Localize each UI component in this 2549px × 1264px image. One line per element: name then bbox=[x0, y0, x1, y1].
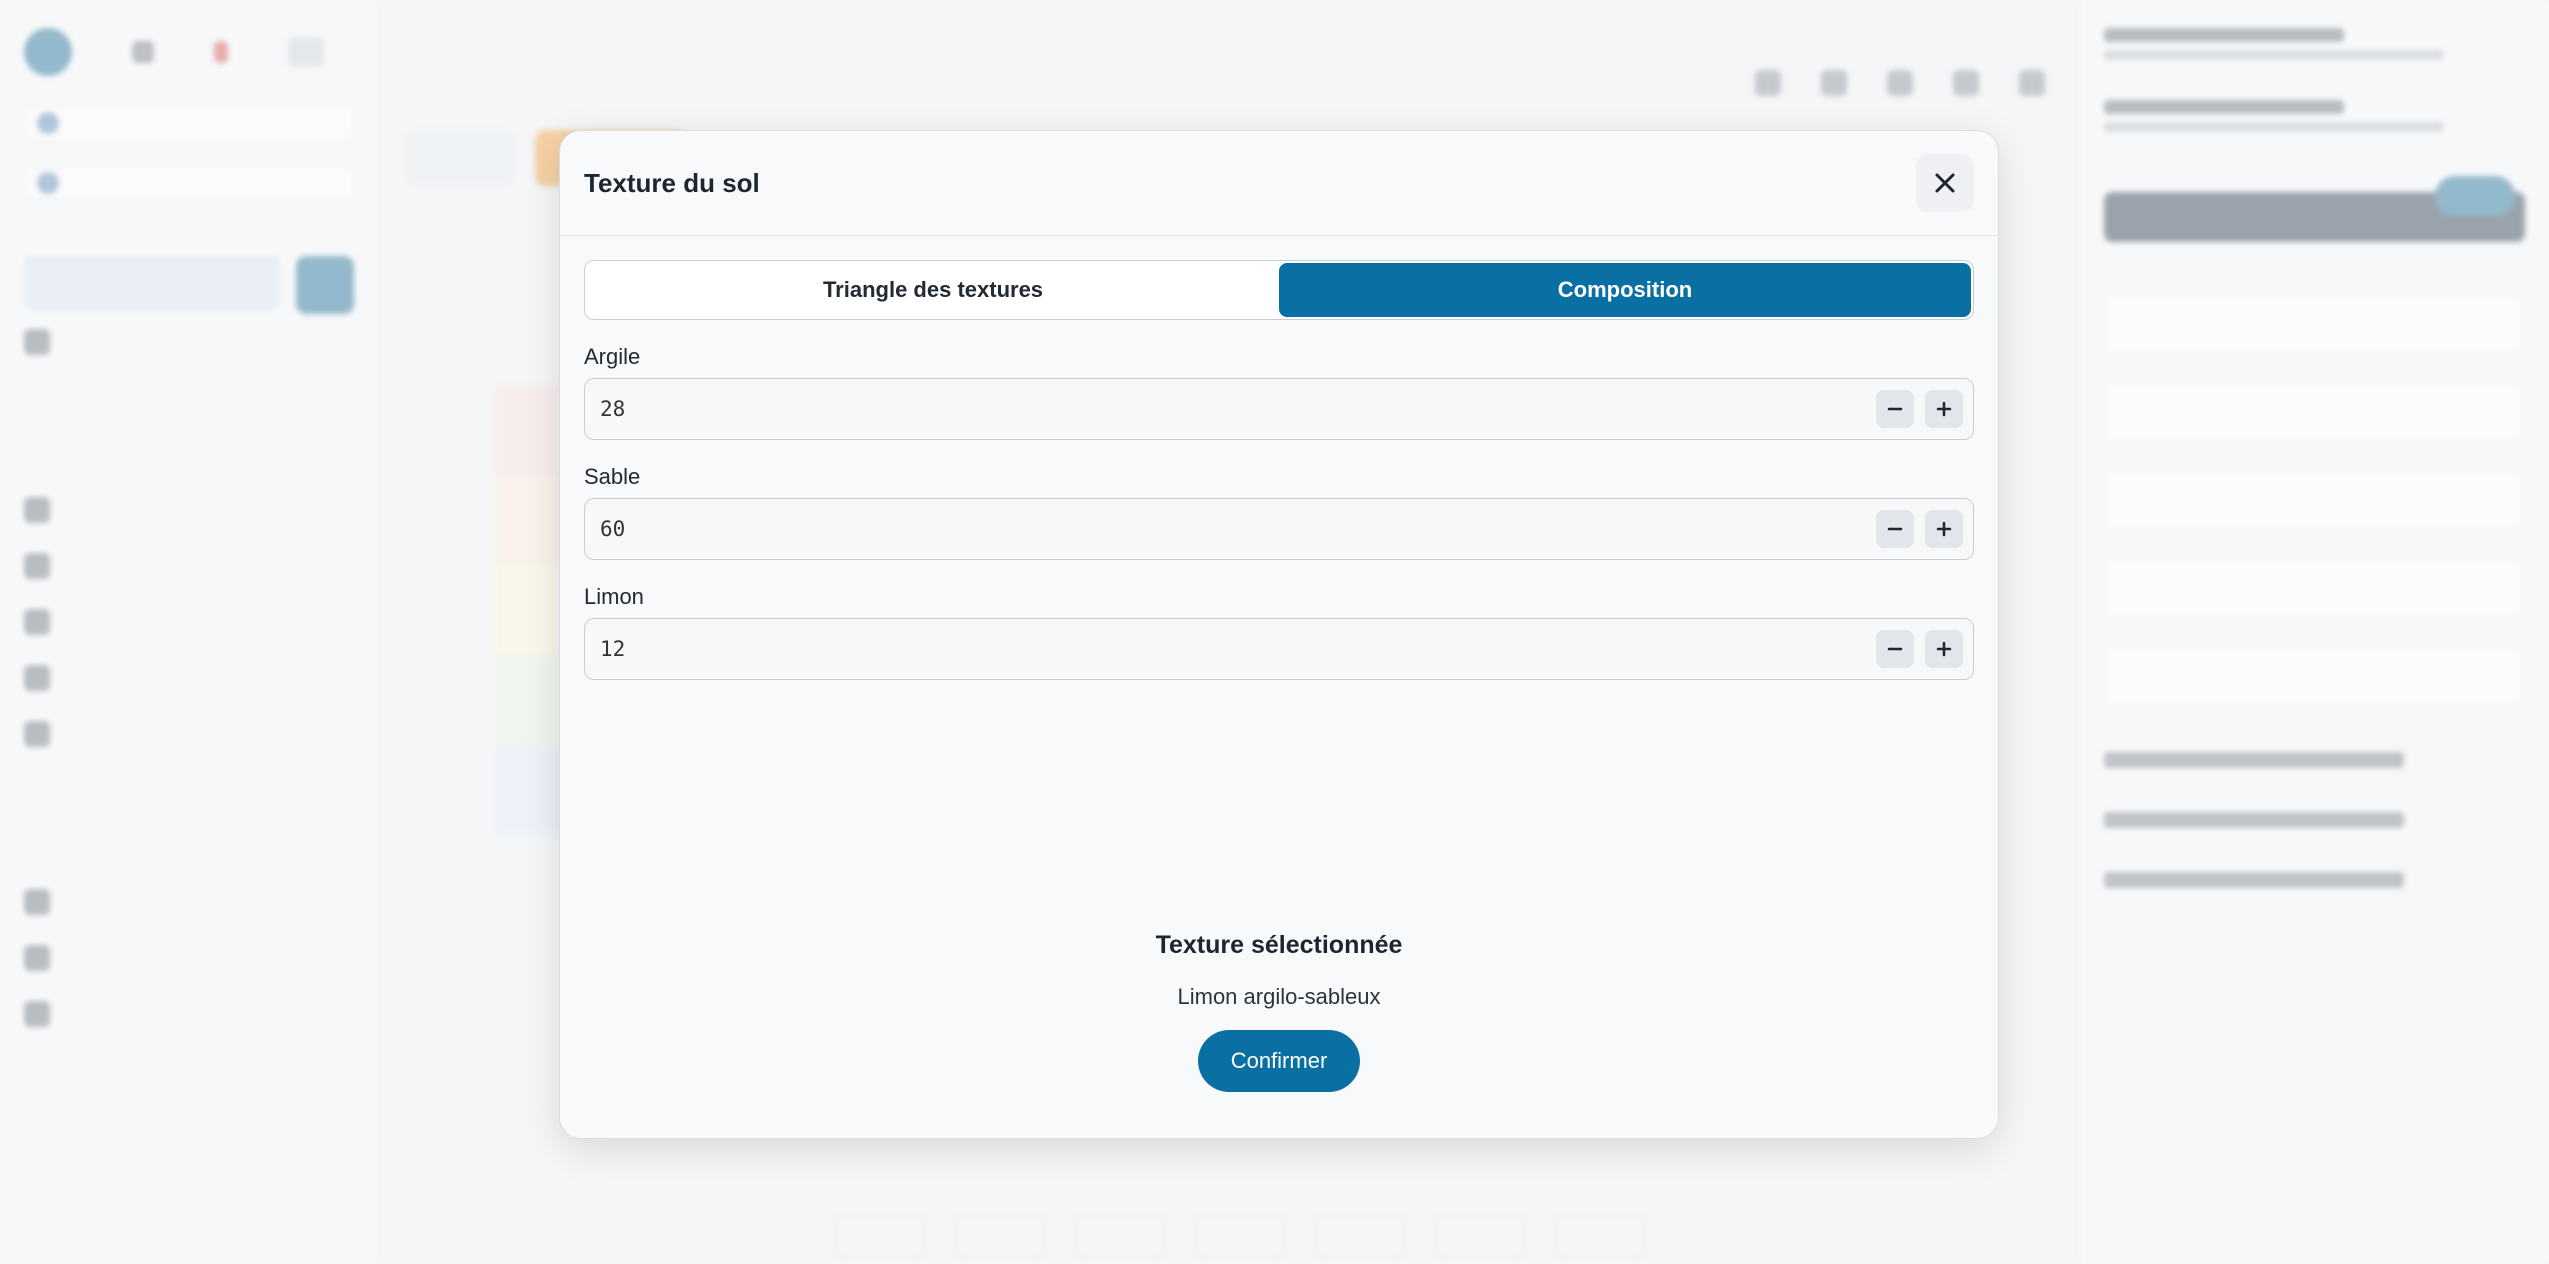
plus-icon bbox=[1936, 401, 1952, 417]
sand-stepper bbox=[1876, 510, 1963, 548]
plus-icon bbox=[1936, 521, 1952, 537]
silt-input[interactable]: 12 bbox=[584, 618, 1974, 680]
clay-label: Argile bbox=[584, 344, 641, 369]
silt-increment-button[interactable] bbox=[1925, 630, 1963, 668]
sand-input[interactable]: 60 bbox=[584, 498, 1974, 560]
clay-decrement-button[interactable] bbox=[1876, 390, 1914, 428]
tab-composition[interactable]: Composition bbox=[1279, 263, 1971, 317]
clay-stepper bbox=[1876, 390, 1963, 428]
minus-icon bbox=[1887, 647, 1903, 651]
confirm-button[interactable]: Confirmer bbox=[1198, 1030, 1360, 1092]
selected-texture: Texture sélectionnée Limon argilo-sableu… bbox=[560, 931, 1998, 1092]
clay-input[interactable]: 28 bbox=[584, 378, 1974, 440]
modal-body: Triangle des textures Composition Argile… bbox=[560, 236, 1998, 680]
close-icon bbox=[1935, 173, 1955, 193]
clay-increment-button[interactable] bbox=[1925, 390, 1963, 428]
minus-icon bbox=[1887, 407, 1903, 411]
selected-texture-value: Limon argilo-sableux bbox=[1177, 984, 1381, 1009]
sand-value[interactable]: 60 bbox=[600, 517, 625, 541]
silt-label: Limon bbox=[584, 584, 644, 609]
modal-header: Texture du sol bbox=[560, 131, 1998, 236]
sand-decrement-button[interactable] bbox=[1876, 510, 1914, 548]
silt-decrement-button[interactable] bbox=[1876, 630, 1914, 668]
sand-label: Sable bbox=[584, 464, 641, 489]
selected-texture-title: Texture sélectionnée bbox=[1155, 931, 1403, 959]
clay-value[interactable]: 28 bbox=[600, 397, 625, 421]
soil-texture-modal: Texture du sol Triangle des textures Com… bbox=[559, 130, 1999, 1139]
silt-stepper bbox=[1876, 630, 1963, 668]
texture-mode-tabs: Triangle des textures Composition bbox=[584, 260, 1974, 320]
tab-texture-triangle[interactable]: Triangle des textures bbox=[587, 263, 1279, 317]
silt-value[interactable]: 12 bbox=[600, 637, 625, 661]
minus-icon bbox=[1887, 527, 1903, 531]
modal-title: Texture du sol bbox=[584, 167, 760, 198]
close-button[interactable] bbox=[1916, 154, 1974, 212]
plus-icon bbox=[1936, 641, 1952, 657]
sand-increment-button[interactable] bbox=[1925, 510, 1963, 548]
